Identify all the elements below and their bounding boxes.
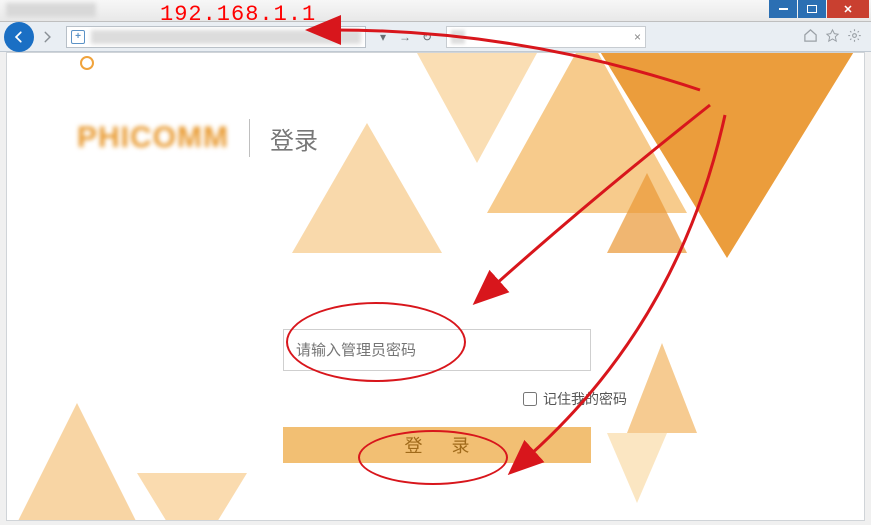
admin-password-input[interactable] xyxy=(283,329,591,371)
maximize-button[interactable] xyxy=(798,0,826,18)
refresh-icon[interactable]: ↻ xyxy=(416,26,438,48)
site-identity-icon: + xyxy=(71,30,85,44)
window-controls xyxy=(768,0,869,18)
address-actions: ▾ → ↻ xyxy=(372,26,438,48)
forward-button[interactable] xyxy=(36,26,58,48)
close-button[interactable] xyxy=(827,0,869,18)
login-form: 记住我的密码 登 录 xyxy=(177,329,697,463)
dot-decoration xyxy=(77,53,97,73)
gear-icon[interactable] xyxy=(843,24,865,46)
brand-logo-text: PHICOMM xyxy=(77,121,229,155)
address-text-blurred xyxy=(91,30,361,44)
home-icon[interactable] xyxy=(799,24,821,46)
back-button[interactable] xyxy=(4,22,34,52)
remember-password-row[interactable]: 记住我的密码 xyxy=(177,389,697,409)
page-title: 登录 xyxy=(270,121,318,156)
left-arrow-icon xyxy=(12,30,26,44)
tab-close-button[interactable]: × xyxy=(634,30,641,44)
annotation-url-text: 192.168.1.1 xyxy=(160,2,316,27)
remember-label: 记住我的密码 xyxy=(543,389,627,409)
browser-toolbar: + ▾ → ↻ × xyxy=(0,22,871,52)
tab-favicon-blurred xyxy=(451,30,465,44)
go-arrow-icon[interactable]: → xyxy=(394,26,416,48)
toolbar-right-icons xyxy=(799,24,865,46)
browser-tab[interactable]: × xyxy=(446,26,646,48)
window-title-blurred xyxy=(6,3,96,17)
address-bar[interactable]: + xyxy=(66,26,366,48)
star-icon[interactable] xyxy=(821,24,843,46)
triangle-decoration xyxy=(17,403,137,521)
right-arrow-icon xyxy=(40,30,54,44)
triangle-decoration xyxy=(607,173,687,253)
divider xyxy=(249,119,250,157)
minimize-button[interactable] xyxy=(769,0,797,18)
remember-checkbox[interactable] xyxy=(523,392,537,406)
window-titlebar xyxy=(0,0,871,22)
login-button[interactable]: 登 录 xyxy=(283,427,591,463)
page-content: PHICOMM 登录 记住我的密码 登 录 xyxy=(6,52,865,521)
triangle-decoration xyxy=(137,473,247,521)
dropdown-icon[interactable]: ▾ xyxy=(372,26,394,48)
brand-header: PHICOMM 登录 xyxy=(77,119,318,157)
